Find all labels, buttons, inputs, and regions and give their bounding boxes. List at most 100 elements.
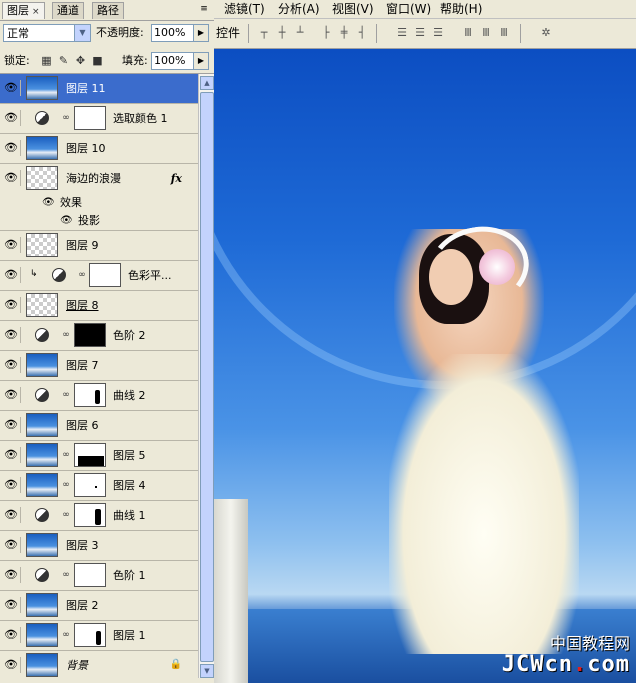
align-right-icon[interactable]: ┤ (354, 26, 370, 40)
visibility-eye-icon[interactable]: 👁 (2, 267, 21, 283)
layer-row[interactable]: 👁 ∞ 图层 5 (0, 441, 198, 471)
layer-name[interactable]: 图层 11 (66, 74, 106, 103)
visibility-eye-icon[interactable]: 👁 (2, 537, 21, 553)
chevron-right-icon[interactable]: ▶ (193, 25, 208, 41)
layer-name[interactable]: 图层 4 (113, 471, 146, 500)
scroll-thumb[interactable] (200, 92, 214, 662)
layers-scrollbar[interactable]: ▲ ▼ (198, 74, 214, 678)
scroll-up-icon[interactable]: ▲ (200, 76, 214, 90)
layer-row[interactable]: 👁 图层 8 (0, 291, 198, 321)
align-left-icon[interactable]: ├ (318, 26, 334, 40)
link-chain-icon[interactable]: ∞ (62, 569, 70, 581)
layer-name[interactable]: 曲线 1 (113, 501, 146, 530)
layer-row[interactable]: 👁 ∞ 色阶 2 (0, 321, 198, 351)
close-icon[interactable]: × (32, 7, 40, 17)
align-vcenter-icon[interactable]: ┼ (274, 26, 290, 40)
layer-row[interactable]: 👁 ∞ 色阶 1 (0, 561, 198, 591)
link-chain-icon[interactable]: ∞ (62, 112, 70, 124)
align-bottom-icon[interactable]: ┴ (292, 26, 308, 40)
layer-row[interactable]: 👁 背景 🔒 (0, 651, 198, 678)
tab-channels[interactable]: 通道 (52, 2, 84, 19)
layer-name[interactable]: 海边的浪漫 (66, 164, 121, 193)
menu-analysis[interactable]: 分析(A) (278, 0, 320, 18)
link-chain-icon[interactable]: ∞ (78, 269, 86, 281)
visibility-eye-icon[interactable]: 👁 (2, 297, 21, 313)
visibility-eye-icon[interactable]: 👁 (2, 357, 21, 373)
visibility-eye-icon[interactable]: 👁 (2, 627, 21, 643)
layer-mask-thumbnail[interactable] (74, 106, 106, 130)
show-transform-controls-label[interactable]: 控件 (216, 19, 240, 48)
visibility-eye-icon[interactable]: 👁 (2, 657, 21, 673)
distribute-right-icon[interactable]: Ⅲ (496, 26, 512, 40)
layer-row[interactable]: 👁 图层 3 (0, 531, 198, 561)
visibility-eye-icon[interactable]: 👁 (2, 507, 21, 523)
effect-drop-shadow-row[interactable]: 👁 投影 (0, 212, 198, 231)
layer-mask-thumbnail[interactable] (74, 503, 106, 527)
lock-position-icon[interactable]: ✥ (74, 54, 87, 67)
layer-name[interactable]: 图层 3 (66, 531, 99, 560)
visibility-eye-icon[interactable]: 👁 (2, 387, 21, 403)
layer-name[interactable]: 图层 10 (66, 134, 106, 163)
layer-name[interactable]: 图层 7 (66, 351, 99, 380)
fill-field[interactable]: 100% ▶ (151, 52, 209, 70)
layer-row[interactable]: 👁 图层 10 (0, 134, 198, 164)
layer-name[interactable]: 图层 2 (66, 591, 99, 620)
effects-eye-icon[interactable]: 👁 (42, 194, 55, 212)
effects-row[interactable]: 👁 效果 (0, 194, 198, 212)
layer-mask-thumbnail[interactable] (89, 263, 121, 287)
visibility-eye-icon[interactable]: 👁 (2, 417, 21, 433)
layer-row[interactable]: 👁 ∞ 曲线 2 (0, 381, 198, 411)
layer-row[interactable]: 👁 ∞ 图层 4 (0, 471, 198, 501)
layer-name[interactable]: 色阶 1 (113, 561, 146, 590)
layer-name[interactable]: 图层 5 (113, 441, 146, 470)
layer-name[interactable]: 图层 6 (66, 411, 99, 440)
layer-mask-thumbnail[interactable] (74, 563, 106, 587)
link-chain-icon[interactable]: ∞ (62, 389, 70, 401)
layer-row[interactable]: 👁 海边的浪漫 fx (0, 164, 198, 193)
lock-pixels-icon[interactable]: ✎ (57, 54, 70, 67)
layer-row[interactable]: 👁 ∞ 选取颜色 1 (0, 104, 198, 134)
menu-view[interactable]: 视图(V) (332, 0, 374, 18)
layer-row[interactable]: 👁 ∞ 图层 1 (0, 621, 198, 651)
visibility-eye-icon[interactable]: 👁 (2, 597, 21, 613)
layer-name[interactable]: 图层 9 (66, 231, 99, 260)
layer-mask-thumbnail[interactable] (74, 473, 106, 497)
chevron-right-icon[interactable]: ▶ (193, 53, 208, 69)
tab-layers[interactable]: 图层 × (2, 2, 45, 19)
layer-row[interactable]: 👁 图层 6 (0, 411, 198, 441)
effect-eye-icon[interactable]: 👁 (60, 212, 73, 230)
visibility-eye-icon[interactable]: 👁 (2, 327, 21, 343)
link-chain-icon[interactable]: ∞ (62, 449, 70, 461)
lock-all-icon[interactable]: ■ (91, 54, 104, 67)
visibility-eye-icon[interactable]: 👁 (2, 140, 21, 156)
visibility-eye-icon[interactable]: 👁 (2, 447, 21, 463)
layer-mask-thumbnail[interactable] (74, 383, 106, 407)
layer-name[interactable]: 色彩平... (128, 261, 172, 290)
panel-menu-icon[interactable]: ≡ (198, 3, 210, 15)
menu-help[interactable]: 帮助(H) (440, 0, 482, 18)
link-chain-icon[interactable]: ∞ (62, 509, 70, 521)
layer-row[interactable]: 👁 图层 11 (0, 74, 198, 104)
visibility-eye-icon[interactable]: 👁 (2, 237, 21, 253)
distribute-bottom-icon[interactable]: ☰ (430, 26, 446, 40)
visibility-eye-icon[interactable]: 👁 (2, 80, 21, 96)
layer-name[interactable]: 背景 (66, 651, 88, 678)
layer-row[interactable]: 👁 图层 9 (0, 231, 198, 261)
layer-mask-thumbnail[interactable] (74, 323, 106, 347)
link-chain-icon[interactable]: ∞ (62, 629, 70, 641)
opacity-field[interactable]: 100% ▶ (151, 24, 209, 42)
visibility-eye-icon[interactable]: 👁 (2, 567, 21, 583)
link-chain-icon[interactable]: ∞ (62, 479, 70, 491)
layer-row[interactable]: 👁 ∞ 曲线 1 (0, 501, 198, 531)
lock-transparent-icon[interactable]: ▦ (40, 54, 53, 67)
auto-align-icon[interactable]: ✲ (538, 26, 554, 40)
distribute-top-icon[interactable]: ☰ (394, 26, 410, 40)
layer-name[interactable]: 图层 8 (66, 291, 99, 320)
align-top-icon[interactable]: ┬ (256, 26, 272, 40)
menu-window[interactable]: 窗口(W) (386, 0, 431, 18)
distribute-left-icon[interactable]: Ⅲ (460, 26, 476, 40)
distribute-vcenter-icon[interactable]: ☰ (412, 26, 428, 40)
menu-filter[interactable]: 滤镜(T) (224, 0, 265, 18)
align-hcenter-icon[interactable]: ╪ (336, 26, 352, 40)
link-chain-icon[interactable]: ∞ (62, 329, 70, 341)
